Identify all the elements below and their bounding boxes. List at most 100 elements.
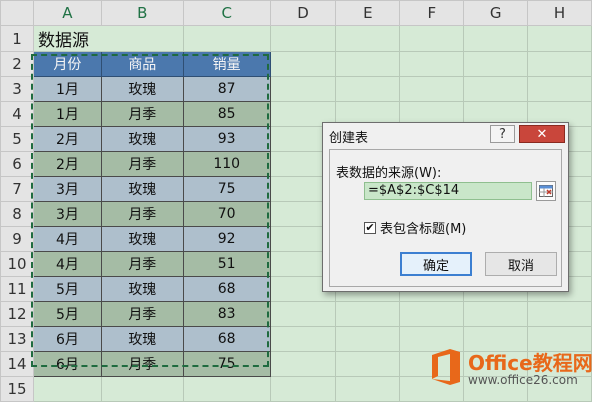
source-range-input[interactable]: =$A$2:$C$14 — [364, 182, 532, 200]
row-header[interactable]: 3 — [0, 76, 34, 102]
table-cell[interactable]: 6月 — [32, 326, 102, 352]
table-cell[interactable]: 85 — [182, 101, 271, 127]
cell[interactable] — [527, 25, 592, 52]
cell[interactable] — [335, 51, 401, 77]
row-header[interactable]: 2 — [0, 51, 34, 77]
cell[interactable] — [182, 376, 271, 402]
table-cell[interactable]: 87 — [182, 76, 271, 102]
table-cell[interactable]: 2月 — [32, 151, 102, 177]
cell[interactable] — [269, 51, 337, 77]
table-cell[interactable]: 玫瑰 — [100, 276, 184, 302]
table-cell[interactable]: 75 — [182, 176, 271, 202]
table-cell[interactable]: 月季 — [100, 201, 184, 227]
cell[interactable] — [269, 351, 337, 377]
table-cell[interactable]: 玫瑰 — [100, 176, 184, 202]
column-header-d[interactable]: D — [269, 0, 337, 26]
row-header[interactable]: 10 — [0, 251, 34, 277]
cell[interactable] — [463, 76, 529, 102]
row-header[interactable]: 1 — [0, 25, 34, 52]
row-header[interactable]: 7 — [0, 176, 34, 202]
row-header[interactable]: 4 — [0, 101, 34, 127]
ok-button[interactable]: 确定 — [400, 252, 472, 276]
cell[interactable] — [269, 76, 337, 102]
table-cell[interactable]: 83 — [182, 301, 271, 327]
column-header-f[interactable]: F — [399, 0, 465, 26]
cell[interactable] — [399, 51, 465, 77]
cell[interactable] — [399, 25, 465, 52]
row-header[interactable]: 9 — [0, 226, 34, 252]
row-header[interactable]: 15 — [0, 376, 34, 402]
close-button[interactable]: ✕ — [519, 125, 565, 143]
cell[interactable] — [182, 25, 271, 52]
cell[interactable] — [100, 376, 184, 402]
cell[interactable] — [335, 25, 401, 52]
column-header-g[interactable]: G — [463, 0, 529, 26]
cell[interactable] — [335, 301, 401, 327]
cell[interactable] — [463, 51, 529, 77]
cell[interactable] — [527, 301, 592, 327]
table-cell[interactable]: 110 — [182, 151, 271, 177]
column-header-e[interactable]: E — [335, 0, 401, 26]
cell[interactable] — [399, 76, 465, 102]
cell[interactable] — [32, 376, 102, 402]
table-cell[interactable]: 1月 — [32, 76, 102, 102]
row-header[interactable]: 14 — [0, 351, 34, 377]
column-header-a[interactable]: A — [32, 0, 102, 26]
cell[interactable] — [463, 25, 529, 52]
row-header[interactable]: 11 — [0, 276, 34, 302]
has-headers-checkbox[interactable]: ✔ — [364, 221, 376, 234]
column-header-c[interactable]: C — [182, 0, 271, 26]
cell[interactable] — [527, 51, 592, 77]
cell[interactable] — [269, 301, 337, 327]
table-cell[interactable]: 4月 — [32, 251, 102, 277]
cell[interactable] — [335, 351, 401, 377]
sheet-title-cell[interactable]: 数据源 — [32, 25, 184, 52]
table-cell[interactable]: 玫瑰 — [100, 326, 184, 352]
cancel-button[interactable]: 取消 — [485, 252, 557, 276]
cell[interactable] — [463, 301, 529, 327]
table-cell[interactable]: 3月 — [32, 201, 102, 227]
column-header-h[interactable]: H — [527, 0, 592, 26]
cell[interactable] — [269, 326, 337, 352]
has-headers-option[interactable]: ✔ 表包含标题(M) — [364, 218, 466, 237]
row-header[interactable]: 6 — [0, 151, 34, 177]
table-cell[interactable]: 6月 — [32, 351, 102, 377]
table-cell[interactable]: 93 — [182, 126, 271, 152]
cell[interactable] — [269, 376, 337, 402]
row-header[interactable]: 5 — [0, 126, 34, 152]
table-cell[interactable]: 4月 — [32, 226, 102, 252]
table-cell[interactable]: 68 — [182, 276, 271, 302]
row-header[interactable]: 13 — [0, 326, 34, 352]
select-all-corner[interactable] — [0, 0, 34, 26]
cell[interactable] — [399, 301, 465, 327]
help-button[interactable]: ? — [490, 125, 515, 143]
cell[interactable] — [527, 76, 592, 102]
table-cell[interactable]: 2月 — [32, 126, 102, 152]
header-cell-month[interactable]: 月份 — [32, 51, 102, 77]
table-cell[interactable]: 5月 — [32, 301, 102, 327]
table-cell[interactable]: 92 — [182, 226, 271, 252]
table-cell[interactable]: 月季 — [100, 101, 184, 127]
row-header[interactable]: 8 — [0, 201, 34, 227]
table-cell[interactable]: 3月 — [32, 176, 102, 202]
table-cell[interactable]: 5月 — [32, 276, 102, 302]
cell[interactable] — [269, 25, 337, 52]
table-cell[interactable]: 70 — [182, 201, 271, 227]
table-cell[interactable]: 月季 — [100, 301, 184, 327]
cell[interactable] — [335, 76, 401, 102]
table-cell[interactable]: 68 — [182, 326, 271, 352]
table-cell[interactable]: 玫瑰 — [100, 126, 184, 152]
header-cell-sales[interactable]: 销量 — [182, 51, 271, 77]
table-cell[interactable]: 75 — [182, 351, 271, 377]
table-cell[interactable]: 51 — [182, 251, 271, 277]
column-header-b[interactable]: B — [100, 0, 184, 26]
range-collapse-button[interactable] — [536, 181, 556, 201]
table-cell[interactable]: 1月 — [32, 101, 102, 127]
cell[interactable] — [335, 326, 401, 352]
table-cell[interactable]: 月季 — [100, 351, 184, 377]
table-cell[interactable]: 月季 — [100, 151, 184, 177]
table-cell[interactable]: 玫瑰 — [100, 226, 184, 252]
table-cell[interactable]: 月季 — [100, 251, 184, 277]
cell[interactable] — [335, 376, 401, 402]
header-cell-product[interactable]: 商品 — [100, 51, 184, 77]
